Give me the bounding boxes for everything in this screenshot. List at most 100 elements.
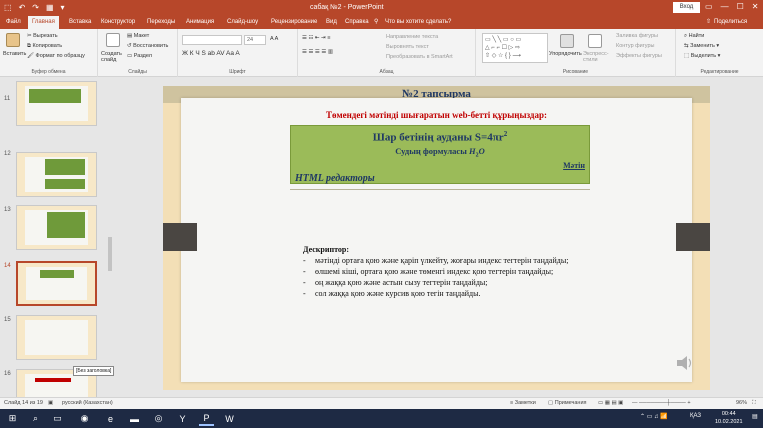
reset-button[interactable]: ↺ Восстановить [127,43,168,49]
smartart-button[interactable]: Преобразовать в SmartArt [386,54,453,60]
font-size-input[interactable]: 24 [244,35,266,45]
quick-styles-button[interactable]: Экспресс-стили [583,51,609,63]
scrollbar-thumb[interactable] [108,237,112,271]
text-direction-button[interactable]: Направление текста [386,34,438,40]
language-status[interactable]: русский (Казахстан) [62,400,113,406]
layout-button[interactable]: ▤ Макет [127,33,149,39]
slide-thumbnail-15[interactable] [16,315,97,360]
system-tray-icons[interactable]: ⌃ ▭ ♫ 📶 [640,413,668,420]
shape-fill-button[interactable]: Заливка фигуры [616,33,658,39]
tell-me-search[interactable]: Что вы хотите сделать? [385,17,451,28]
descriptor-item: - өлшемі кіші, ортаға қою және төменгі ин… [303,267,554,276]
group-label: Редактирование [700,69,739,75]
slide-subtitle[interactable]: Төмендегі мәтінді шығаратын web-бетті құ… [163,110,710,120]
tab-home[interactable]: Главная [28,16,59,29]
find-button[interactable]: ⌕ Найти [684,33,704,40]
grow-font-icon[interactable]: A A [270,36,278,42]
replace-button[interactable]: ⇆ Заменить ▾ [684,43,719,49]
thumbnail-number: 16 [4,371,11,377]
cut-button[interactable]: ✂ Вырезать [27,33,58,39]
thumbnail-number: 13 [4,207,11,213]
slide-thumbnail-13[interactable] [16,205,97,250]
redo-icon[interactable]: ↷ [32,2,39,13]
group-clipboard: Вставить ✂ Вырезать ⧉ Копировать 🖌 Форма… [0,29,98,77]
font-name-input[interactable] [182,35,242,45]
share-button[interactable]: ⇧ Поделиться [706,17,747,28]
fit-slide-icon[interactable]: ⛶ [752,400,756,407]
slide-thumbnail-14[interactable] [16,261,97,306]
file-explorer-icon[interactable]: ▬ [127,411,142,426]
formula-water-h: H [468,146,476,156]
format-painter-button[interactable]: 🖌 Формат по образцу [27,53,85,59]
yandex-icon[interactable]: Y [175,411,190,426]
minimize-icon[interactable]: — [721,1,729,13]
maximize-icon[interactable]: ☐ [737,1,744,13]
group-font: 24 A A Ж К Ч S ab AV Aa A Шрифт [178,29,298,77]
shapes-gallery[interactable]: ▭ ╲ ╲ ▭ ○ ▭ △ ⌐ ⌐ ☐ ▷ ⇨ ⇧ ◇ ☆ { } ⟶ [482,33,548,63]
tab-design[interactable]: Конструктор [101,17,135,28]
close-icon[interactable]: ✕ [752,1,759,13]
shape-effects-button[interactable]: Эффекты фигуры [616,53,662,59]
list-buttons[interactable]: ☰ ☷ ⇤ ⇥ ≡ [302,35,330,41]
chrome-icon[interactable]: ◎ [151,411,166,426]
align-text-button[interactable]: Выровнять текст [386,44,429,50]
undo-icon[interactable]: ↶ [19,2,26,13]
notes-button[interactable]: ≡ Заметки [510,400,536,406]
start-slideshow-icon[interactable]: ▦ [46,2,54,13]
tab-view[interactable]: Вид [326,17,337,28]
view-buttons[interactable]: ▭ ▦ ▤ ▣ [598,400,623,406]
tab-insert[interactable]: Вставка [69,17,91,28]
audio-speaker-icon[interactable] [675,354,695,372]
descriptor-list[interactable]: Дескриптор: - мәтінді ортаға қою және қар… [303,245,568,299]
shape-outline-button[interactable]: Контур фигуры [616,43,654,49]
zoom-slider[interactable]: — ───────┼──── + [632,400,691,406]
ribbon: Вставить ✂ Вырезать ⧉ Копировать 🖌 Форма… [0,29,763,77]
save-icon[interactable]: ⬚ [4,2,12,13]
start-windows-icon[interactable]: ⊞ [5,411,20,426]
align-buttons[interactable]: ☰ ☰ ☰ ☰ ▥ [302,49,333,55]
search-icon[interactable]: ⌕ [28,411,43,426]
group-drawing: ▭ ╲ ╲ ▭ ○ ▭ △ ⌐ ⌐ ☐ ▷ ⇨ ⇧ ◇ ☆ { } ⟶ Упоряд… [476,29,676,77]
slide-canvas[interactable]: №2 тапсырма Төмендегі мәтінді шығаратын … [163,86,710,390]
sign-in-button[interactable]: Вход [673,2,700,13]
edge-icon[interactable]: e [103,411,118,426]
group-label: Буфер обмена [31,69,66,75]
word-icon[interactable]: W [222,411,237,426]
tab-slideshow[interactable]: Слайд-шоу [227,17,258,28]
tab-review[interactable]: Рецензирование [271,17,317,28]
notifications-icon[interactable]: ▤ [752,413,758,420]
task-view-icon[interactable]: ▭ [50,411,65,426]
comments-button[interactable]: ▢ Примечания [548,400,587,406]
quick-styles-icon[interactable] [588,34,602,48]
font-style-buttons[interactable]: Ж К Ч S ab AV Aa A [182,50,240,57]
example-text-box[interactable]: Шар бетінің ауданы S=4πr2 Судың формулас… [290,125,590,184]
paste-button[interactable]: Вставить [3,51,26,57]
customize-qat-icon[interactable]: ▾ [61,2,65,13]
text-word: Мәтін [563,161,585,170]
powerpoint-icon[interactable]: P [199,411,214,426]
ribbon-display-icon[interactable]: ▭ [705,1,713,13]
slide-counter: Слайд 14 из 19 [4,400,43,406]
tooltip: [Без заголовка] [73,366,115,376]
slide-thumbnail-12[interactable] [16,152,97,197]
paste-icon[interactable] [6,33,20,47]
select-button[interactable]: ⬚ Выделить ▾ [684,53,720,59]
slide-thumbnail-11[interactable] [16,81,97,126]
clock[interactable]: 00:44 10.02.2021 [715,410,743,426]
app-icon[interactable]: ◉ [77,411,92,426]
tab-animations[interactable]: Анимация [186,17,214,28]
zoom-level[interactable]: 96% [736,400,747,406]
spellcheck-icon[interactable]: ▣ [48,400,53,406]
new-slide-button[interactable]: Создать слайд [101,51,123,63]
tab-transitions[interactable]: Переходы [147,17,175,28]
keyboard-language[interactable]: ҚАЗ [690,413,701,419]
thumbnails-scrollbar[interactable] [108,91,112,381]
section-button[interactable]: ▭ Раздел [127,53,152,59]
arrange-button[interactable]: Упорядочить [549,51,582,57]
tab-help[interactable]: Справка [345,17,369,28]
tab-file[interactable]: Файл [6,17,21,28]
new-slide-icon[interactable] [106,33,120,47]
descriptor-item-text: сол жаққа қою және курсив қою тегін таңд… [315,289,481,298]
arrange-icon[interactable] [560,34,574,48]
copy-button[interactable]: ⧉ Копировать [27,43,62,50]
